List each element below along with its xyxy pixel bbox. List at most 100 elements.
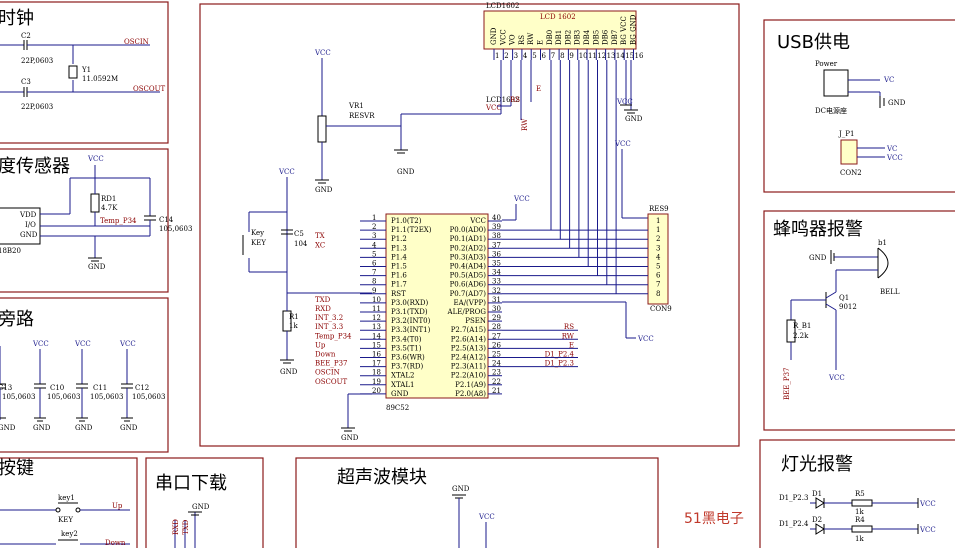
lcd-pin-number: 3 <box>514 52 518 60</box>
serial-circuit: GND RXD TXD <box>172 503 210 548</box>
mcu-left-pin-label: P1.1(T2EX) <box>391 226 432 234</box>
mcu-right-pin-number: 37 <box>492 241 501 249</box>
res9-pin-number: 8 <box>656 290 660 298</box>
mcu-right-pin-label: ALE/PROG <box>447 308 487 316</box>
light-circuit: D1_P2.3 D1 R5 1k VCC D1_P2.4 D2 R4 1k VC… <box>779 490 936 543</box>
mcu-right-pin-number: 34 <box>492 269 501 277</box>
mcu-right-net: E <box>569 341 574 349</box>
mcu-left-pin-label: P1.0(T2) <box>391 217 422 225</box>
mcu-vcc: VCC <box>513 195 530 203</box>
c2-ref: C2 <box>21 32 31 40</box>
lcd-pin-label: BG GND <box>630 14 638 45</box>
mcu-left-pin-number: 4 <box>372 241 377 249</box>
mcu-left-pin-number: 7 <box>372 269 376 277</box>
data-bus: 123456781 <box>502 60 661 303</box>
c10-gnd: GND <box>33 424 51 432</box>
mcu-left-pin-label: XTAL2 <box>391 372 414 380</box>
mcu-right-pin-label: P2.3(A11) <box>451 363 487 371</box>
bell-label: BELL <box>880 288 900 296</box>
c13-gnd: GND <box>0 424 16 432</box>
b1-ref: b1 <box>878 239 887 247</box>
usb-vcc: VC <box>883 76 894 84</box>
mcu-left-pin-number: 16 <box>372 351 381 359</box>
key-label: KEY <box>251 239 266 247</box>
mcu-left-pin-label: P3.6(WR) <box>391 354 425 362</box>
key2-ref: key2 <box>61 530 78 538</box>
lcd-pin-label: DB5 <box>592 30 600 45</box>
res9-name: CON9 <box>650 305 672 313</box>
c10-value: 105,0603 <box>47 393 80 401</box>
clock-circuit: C2 22P,0603 C3 22P,0603 Y1 11.0592M OSCI… <box>0 32 166 111</box>
c12-value: 105,0603 <box>132 393 165 401</box>
mcu-right-pin-number: 21 <box>492 387 501 395</box>
mcu-left-pin-label: XTAL1 <box>391 381 414 389</box>
mcu-right-pin-number: 38 <box>492 232 501 240</box>
lcd-pin-number: 8 <box>560 52 564 60</box>
mcu-left-pin-number: 6 <box>372 260 377 268</box>
y1-value: 11.0592M <box>82 75 118 83</box>
mcu-left-pin-number: 12 <box>372 314 381 322</box>
res9-pin-number: 1 <box>656 217 660 225</box>
d1-ref: D1 <box>812 490 822 498</box>
c3-ref: C3 <box>21 78 31 86</box>
mcu-left-pin-number: 9 <box>372 287 376 295</box>
ultra-gnd: GND <box>452 485 470 493</box>
mcu-right-pin-number: 40 <box>492 214 501 222</box>
lcd-rw-label: RW <box>521 118 529 131</box>
lcd-pin-number: 16 <box>635 52 644 60</box>
mcu-right-net: D1_P2.3 <box>545 360 574 368</box>
c11-vcc: VCC <box>74 340 91 348</box>
key1-label: KEY <box>58 516 73 524</box>
lcd-pin-number: 10 <box>579 52 588 60</box>
r4-ref: R4 <box>855 516 865 524</box>
usb-circuit: Power VC GND DC电源座 J_P1 VC VCC CON2 <box>815 60 906 177</box>
mcu-left-pin-label: P1.2 <box>391 235 407 243</box>
vr1-ref: VR1 <box>348 102 364 110</box>
c11-ref: C11 <box>93 384 107 392</box>
mcu-left-pin-number: 8 <box>372 278 376 286</box>
mcu-right-pin-number: 29 <box>492 314 501 322</box>
vr1-circuit: VCC GND VR1 RESVR GND <box>314 49 415 194</box>
d1p24-net: D1_P2.4 <box>779 520 809 528</box>
mcu-left-pin-number: 14 <box>372 332 381 340</box>
mcu-right-pins: 40 VCC 39 P0.0(AD0) 38 P0.1(AD1) 37 P0.2(AD2) 36… <box>447 214 578 398</box>
res9-pin-number: 2 <box>656 235 660 243</box>
mcu-left-pin-label: P3.4(T0) <box>391 335 422 343</box>
mcu-left-pin-label: P3.5(T1) <box>391 344 422 352</box>
reset-circuit: VCC Key KEY C5 104 R1 1k GND <box>242 168 372 376</box>
rb1-ref: R_B1 <box>793 322 811 330</box>
lcd-pin-number: 4 <box>523 52 528 60</box>
c5-value: 104 <box>294 240 308 248</box>
c5-ref: C5 <box>294 230 304 238</box>
power-label: Power <box>815 60 838 68</box>
mcu-right-pin-label: P0.0(AD0) <box>450 226 487 234</box>
lcd-pin-label: DB0 <box>546 30 554 45</box>
res9-pin-number: 3 <box>656 244 660 252</box>
rxd-net: RXD <box>172 519 180 535</box>
rb1-value: 2.2k <box>793 332 809 340</box>
key1-ref: key1 <box>58 494 75 502</box>
mcu-left-net: Down <box>315 351 336 359</box>
res9-network: VCC RES9 CON9 <box>614 140 672 313</box>
mcu-left-pin-number: 20 <box>372 387 381 395</box>
mcu-right-net: RS <box>564 323 574 331</box>
mcu-right-pin-number: 30 <box>492 305 501 313</box>
mcu-right-pin-label: P2.1(A9) <box>455 381 486 389</box>
c11-value: 105,0603 <box>90 393 123 401</box>
r1-ref: R1 <box>289 313 299 321</box>
mcu-right-net: D1_P2.4 <box>545 351 575 359</box>
con2-label: CON2 <box>840 169 862 177</box>
mcu-left-pin-label: P1.3 <box>391 244 407 252</box>
lcd-pin-label: DB6 <box>602 29 610 45</box>
clock-title: 时钟 <box>0 8 34 29</box>
mcu-right-pin-number: 36 <box>492 250 501 258</box>
ds-gnd: GND <box>20 231 38 239</box>
mcu-left-pin-label: P3.2(INT0) <box>391 317 431 325</box>
res9-pin-number: 4 <box>656 253 661 261</box>
serial-title: 串口下载 <box>155 473 227 494</box>
lcd-pin-number: 13 <box>607 52 616 60</box>
res9-pin-number: 6 <box>656 272 661 280</box>
serial-gnd: GND <box>192 503 210 511</box>
mcu-right-pin-number: 26 <box>492 341 501 349</box>
jp1-vc: VC <box>886 145 897 153</box>
